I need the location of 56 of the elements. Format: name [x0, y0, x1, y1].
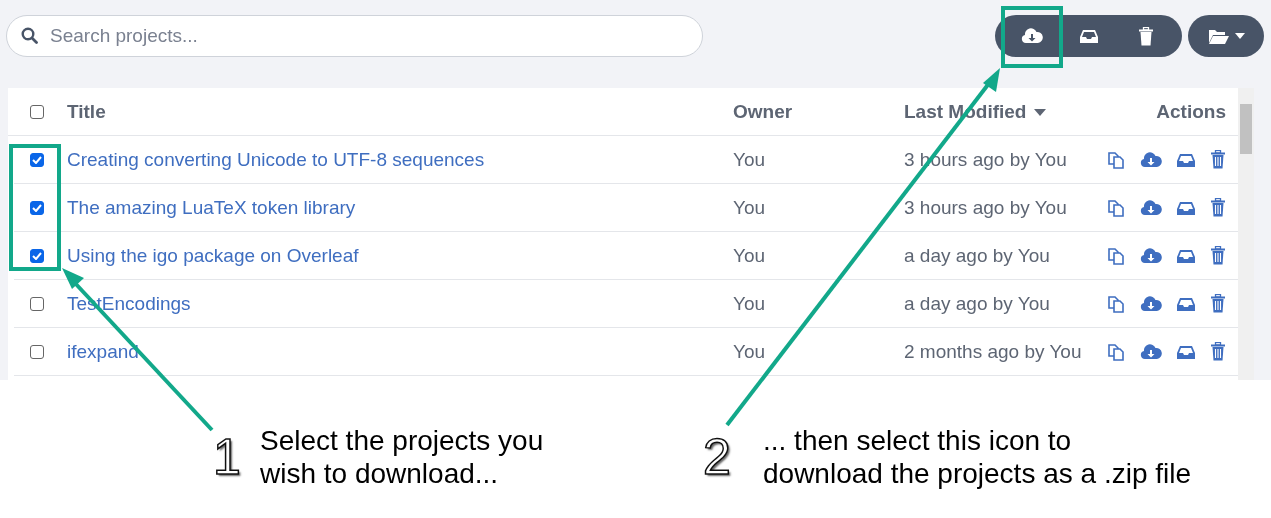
project-link[interactable]: Creating converting Unicode to UTF-8 sequences: [67, 148, 485, 170]
copy-icon[interactable]: [1106, 245, 1126, 266]
search-field[interactable]: Search projects...: [6, 15, 703, 57]
copy-icon[interactable]: [1106, 341, 1126, 362]
owner-cell-text: You: [733, 340, 767, 363]
modified-cell-text: 3 hours ago by You: [904, 196, 1068, 219]
step-number: 1: [213, 432, 242, 482]
highlight-frame: [1001, 6, 1063, 68]
trash-icon[interactable]: [1210, 294, 1226, 313]
project-link[interactable]: Using the igo package on Overleaf: [67, 244, 359, 266]
copy-icon[interactable]: [1106, 149, 1126, 170]
modified-cell-text: a day ago by You: [904, 244, 1051, 267]
inbox-icon[interactable]: [1078, 28, 1099, 44]
cloud-download-icon[interactable]: [1140, 150, 1162, 169]
checkbox[interactable]: [30, 152, 44, 167]
project-link[interactable]: The amazing LuaTeX token library: [67, 196, 356, 218]
copy-icon[interactable]: [1106, 197, 1126, 218]
step-text: Select the projects you wish to download...: [260, 424, 544, 491]
step-number: 2: [703, 432, 732, 482]
inbox-icon[interactable]: [1176, 151, 1196, 168]
cloud-download-icon[interactable]: [1020, 27, 1043, 45]
folder-icon[interactable]: [1207, 27, 1230, 45]
inbox-icon[interactable]: [1176, 343, 1196, 360]
modified-cell-text: a day ago by You: [904, 292, 1051, 315]
owner-cell-text: You: [733, 292, 767, 315]
checkbox[interactable]: [30, 104, 44, 119]
caret-icon: [1234, 33, 1245, 39]
owner-cell-text: You: [733, 244, 767, 267]
scrollbar[interactable]: [1238, 88, 1254, 380]
cloud-download-icon[interactable]: [1140, 198, 1162, 217]
checkbox[interactable]: [30, 344, 44, 359]
folder-menu-button[interactable]: [1188, 15, 1264, 57]
column-header[interactable]: Owner: [733, 100, 793, 123]
checkbox[interactable]: [30, 200, 44, 215]
trash-icon[interactable]: [1137, 26, 1154, 46]
trash-icon[interactable]: [1210, 342, 1226, 361]
cloud-download-icon[interactable]: [1140, 342, 1162, 361]
trash-icon[interactable]: [1210, 198, 1226, 217]
step-text: ... then select this icon to download the projects as a .zip file: [763, 424, 1192, 491]
owner-cell-text: You: [733, 196, 767, 219]
cloud-download-icon[interactable]: [1140, 246, 1162, 265]
inbox-icon[interactable]: [1176, 295, 1196, 312]
column-header: Actions: [1156, 100, 1226, 123]
modified-cell-text: 2 months ago by You: [904, 340, 1083, 363]
checkbox[interactable]: [30, 296, 44, 311]
checkbox[interactable]: [30, 248, 44, 263]
search-icon: [21, 27, 38, 44]
trash-icon[interactable]: [1210, 246, 1226, 265]
inbox-icon[interactable]: [1176, 247, 1196, 264]
trash-icon[interactable]: [1210, 150, 1226, 169]
cloud-download-icon[interactable]: [1140, 294, 1162, 313]
project-link[interactable]: ifexpand: [67, 340, 139, 362]
copy-icon[interactable]: [1106, 293, 1126, 314]
column-header[interactable]: Title: [67, 100, 106, 123]
owner-cell-text: You: [733, 148, 767, 171]
inbox-icon[interactable]: [1176, 199, 1196, 216]
